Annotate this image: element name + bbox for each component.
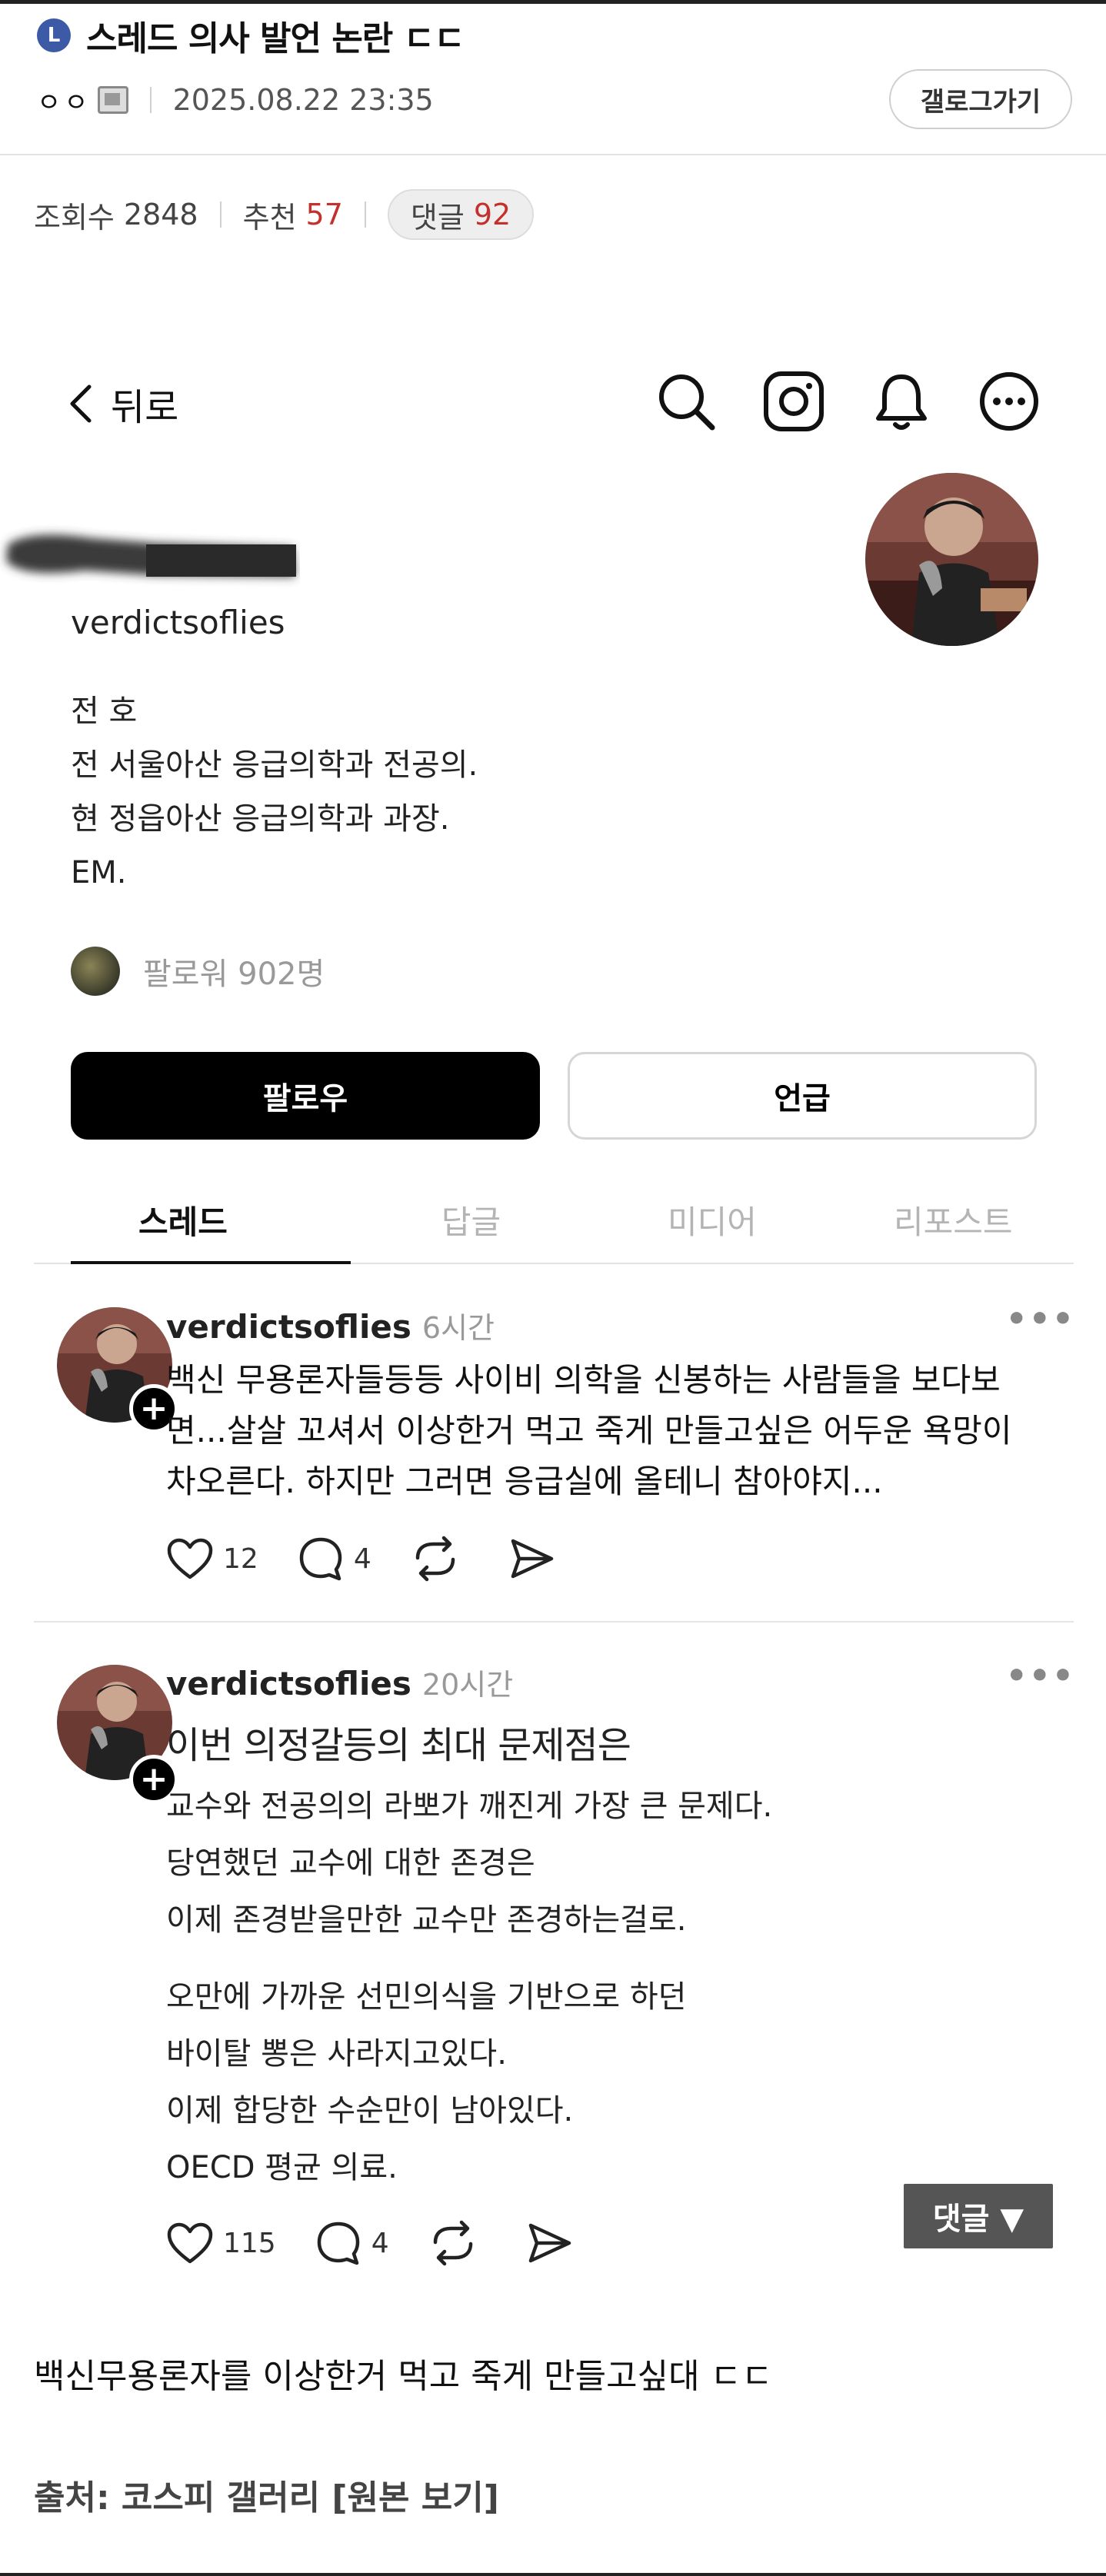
post-date: 2025.08.22 23:35	[172, 83, 434, 117]
follower-avatar	[71, 947, 120, 996]
send-icon	[511, 1539, 553, 1579]
like-count: 115	[223, 2227, 276, 2259]
post-line: 교수와 전공의의 라뽀가 깨진게 가장 큰 문제다.	[166, 1789, 773, 1824]
reply-count: 4	[371, 2227, 389, 2259]
post-header: verdictsoflies 6시간	[166, 1304, 495, 1346]
like-button[interactable]: 115	[166, 2222, 276, 2265]
post-actions: 115 4	[166, 2219, 621, 2267]
divider	[149, 87, 152, 113]
gallog-button[interactable]: 갤로그가기	[889, 69, 1072, 129]
repost-button[interactable]	[410, 1535, 470, 1583]
bell-icon[interactable]	[869, 369, 934, 434]
mention-button[interactable]: 언급	[568, 1052, 1037, 1140]
back-label: 뒤로	[111, 386, 179, 429]
like-count: 12	[223, 1543, 258, 1575]
bio-line: 전 호	[71, 694, 138, 729]
reply-button[interactable]: 4	[315, 2219, 389, 2267]
reply-button[interactable]: 4	[297, 1535, 371, 1583]
censored-name	[6, 534, 296, 577]
post-time: 6시간	[421, 1311, 495, 1345]
post-title: 스레드 의사 발언 논란 ㄷㄷ	[86, 19, 465, 58]
share-button[interactable]	[508, 1536, 565, 1581]
post-username[interactable]: verdictsoflies	[166, 1308, 411, 1346]
profile-avatar[interactable]	[865, 473, 1038, 646]
follow-button[interactable]: 팔로우	[71, 1052, 540, 1140]
chevron-left-icon	[70, 384, 92, 423]
post-header: verdictsoflies 20시간	[166, 1661, 513, 1703]
profile-bio: 전 호 전 서울아산 응급의학과 전공의. 현 정읍아산 응급의학과 과장. E…	[71, 684, 478, 900]
post-caption: 백신무용론자를 이상한거 먹고 죽게 만들고싶대 ㄷㄷ	[34, 2357, 773, 2396]
user-icon	[97, 86, 128, 114]
heart-icon	[167, 2222, 213, 2264]
followers-link[interactable]: 팔로워 902명	[71, 944, 325, 998]
like-button[interactable]: 12	[166, 1537, 258, 1580]
post-line: 이제 존경받을만한 교수만 존경하는걸로.	[166, 1902, 687, 1938]
post-line: 오만에 가까운 선민의식을 기반으로 하던	[166, 1979, 687, 2015]
comment-count-button[interactable]: 댓글 92	[387, 189, 535, 240]
repost-icon	[433, 2220, 472, 2266]
tab-media[interactable]: 미디어	[591, 1177, 832, 1263]
bio-line: 현 정읍아산 응급의학과 과장.	[71, 801, 450, 837]
floating-comment-button[interactable]: 댓글 ▼	[904, 2184, 1053, 2248]
repost-button[interactable]	[428, 2219, 488, 2267]
send-icon	[528, 2223, 571, 2263]
reply-count: 4	[353, 1543, 371, 1575]
comments-label: 댓글	[410, 200, 465, 235]
recommend-count: 57	[305, 198, 343, 231]
heart-icon	[167, 1538, 213, 1579]
post-stats: 조회수 2848 추천 57 댓글 92	[34, 188, 535, 241]
post-line: 이제 합당한 수순만이 남아있다.	[166, 2093, 574, 2128]
recommend-label: 추천	[242, 200, 297, 235]
post-heading: 이번 의정갈등의 최대 문제점은	[166, 1724, 631, 1767]
comment-icon	[317, 2222, 359, 2265]
divider	[364, 201, 366, 228]
post-actions: 12 4	[166, 1535, 604, 1583]
top-border	[0, 0, 1106, 4]
level-badge-icon: L	[37, 18, 71, 52]
header-divider	[0, 154, 1106, 155]
instagram-icon[interactable]	[761, 369, 826, 434]
post-time: 20시간	[421, 1668, 514, 1702]
post-line: 당연했던 교수에 대한 존경은	[166, 1845, 535, 1881]
tab-replies[interactable]: 답글	[351, 1177, 591, 1263]
comment-icon	[299, 1537, 342, 1581]
back-button[interactable]: 뒤로	[68, 377, 178, 431]
post-title-row: L 스레드 의사 발언 논란 ㄷㄷ	[37, 12, 465, 58]
share-button[interactable]	[526, 2221, 583, 2265]
more-icon[interactable]: •••	[1006, 1656, 1075, 1696]
more-icon[interactable]: •••	[1006, 1300, 1075, 1339]
followers-count: 팔로워 902명	[143, 957, 325, 992]
views-count: 2848	[123, 198, 198, 231]
repost-icon	[415, 1536, 455, 1582]
tab-threads[interactable]: 스레드	[34, 1177, 351, 1264]
post-source: 출처: 코스피 갤러리 [원본 보기]	[34, 2470, 499, 2519]
bottom-border	[0, 2573, 1106, 2576]
post-username[interactable]: verdictsoflies	[166, 1665, 411, 1702]
post-paragraph: 오만에 가까운 선민의식을 기반으로 하던 바이탈 뽕은 사라지고있다. 이제 …	[166, 1969, 686, 2196]
views-label: 조회수	[34, 200, 115, 235]
profile-tabs: 스레드 답글 미디어 리포스트	[34, 1177, 1074, 1264]
original-link[interactable]: [원본 보기]	[331, 2478, 498, 2518]
divider	[219, 201, 222, 228]
tab-reposts[interactable]: 리포스트	[833, 1177, 1074, 1263]
post-meta: ㅇㅇ 2025.08.22 23:35	[37, 77, 434, 123]
search-icon[interactable]	[654, 369, 718, 434]
post-line: OECD 평균 의료.	[166, 2150, 398, 2185]
post-paragraph: 교수와 전공의의 라뽀가 깨진게 가장 큰 문제다. 당연했던 교수에 대한 존…	[166, 1778, 772, 1949]
threads-top-icons	[654, 369, 1041, 434]
comments-count: 92	[473, 198, 511, 231]
post-text: 백신 무용론자들등등 사이비 의학을 신봉하는 사람들을 보다보면...살살 꼬…	[166, 1361, 1012, 1500]
source-label: 출처: 코스피 갤러리	[34, 2478, 321, 2518]
more-circle-icon[interactable]	[977, 369, 1041, 434]
post-divider	[34, 1621, 1074, 1622]
bio-line: 전 서울아산 응급의학과 전공의.	[71, 747, 478, 783]
post-line: 바이탈 뽕은 사라지고있다.	[166, 2036, 507, 2072]
profile-handle: verdictsoflies	[71, 604, 285, 641]
author-name[interactable]: ㅇㅇ	[37, 82, 92, 119]
bio-line: EM.	[71, 855, 127, 890]
